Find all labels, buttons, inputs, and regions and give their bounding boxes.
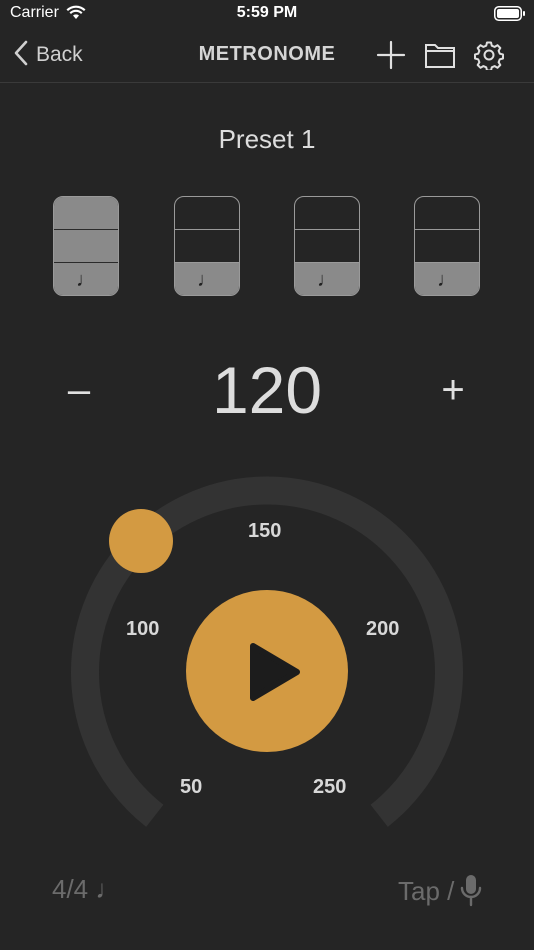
- quarter-note-icon: ♩: [54, 263, 118, 295]
- quarter-note-icon: ♩: [415, 263, 479, 295]
- microphone-icon: [460, 874, 482, 908]
- increase-tempo-button[interactable]: +: [428, 360, 478, 420]
- beat-1[interactable]: ♩: [53, 196, 119, 296]
- beat-segment-middle: [175, 230, 239, 263]
- battery-icon: [494, 6, 526, 27]
- dial-label-100: 100: [126, 618, 160, 640]
- tap-label: Tap /: [398, 875, 455, 906]
- folder-icon[interactable]: [424, 40, 455, 70]
- quarter-note-icon: ♩: [295, 263, 359, 295]
- beat-segment-top: [54, 197, 118, 230]
- beat-segment-middle: [415, 230, 479, 263]
- dial-label-200: 200: [366, 618, 400, 640]
- tap-tempo-button[interactable]: Tap /: [398, 874, 482, 908]
- play-button[interactable]: [186, 590, 348, 752]
- tempo-slider-knob[interactable]: [109, 509, 173, 573]
- beat-segment-middle: [295, 230, 359, 263]
- add-icon[interactable]: [376, 40, 406, 70]
- clock: 5:59 PM: [236, 4, 298, 21]
- gear-icon[interactable]: [473, 40, 504, 72]
- preset-title[interactable]: Preset 1: [0, 124, 534, 155]
- beat-segment-top: [175, 197, 239, 230]
- beat-2[interactable]: ♩: [174, 196, 240, 296]
- metronome-screen: Carrier 5:59 PM Back METRONOME Preset 1 …: [0, 0, 534, 950]
- dial-label-50: 50: [180, 776, 203, 798]
- beat-segment-top: [295, 197, 359, 230]
- beat-segment-middle: [54, 230, 118, 263]
- back-button[interactable]: Back: [14, 40, 83, 70]
- chevron-left-icon: [14, 40, 28, 71]
- status-bar: Carrier 5:59 PM: [0, 0, 534, 28]
- dial-label-250: 250: [313, 776, 347, 798]
- dial-label-150: 150: [248, 520, 282, 542]
- quarter-note-icon: ♩: [175, 263, 239, 295]
- beat-3[interactable]: ♩: [294, 196, 360, 296]
- beat-segment-top: [415, 197, 479, 230]
- beat-4[interactable]: ♩: [414, 196, 480, 296]
- back-label: Back: [36, 43, 83, 66]
- play-icon: [248, 642, 302, 707]
- navigation-bar: Back METRONOME: [0, 28, 534, 83]
- time-signature-button[interactable]: 4/4 ♩: [52, 874, 121, 905]
